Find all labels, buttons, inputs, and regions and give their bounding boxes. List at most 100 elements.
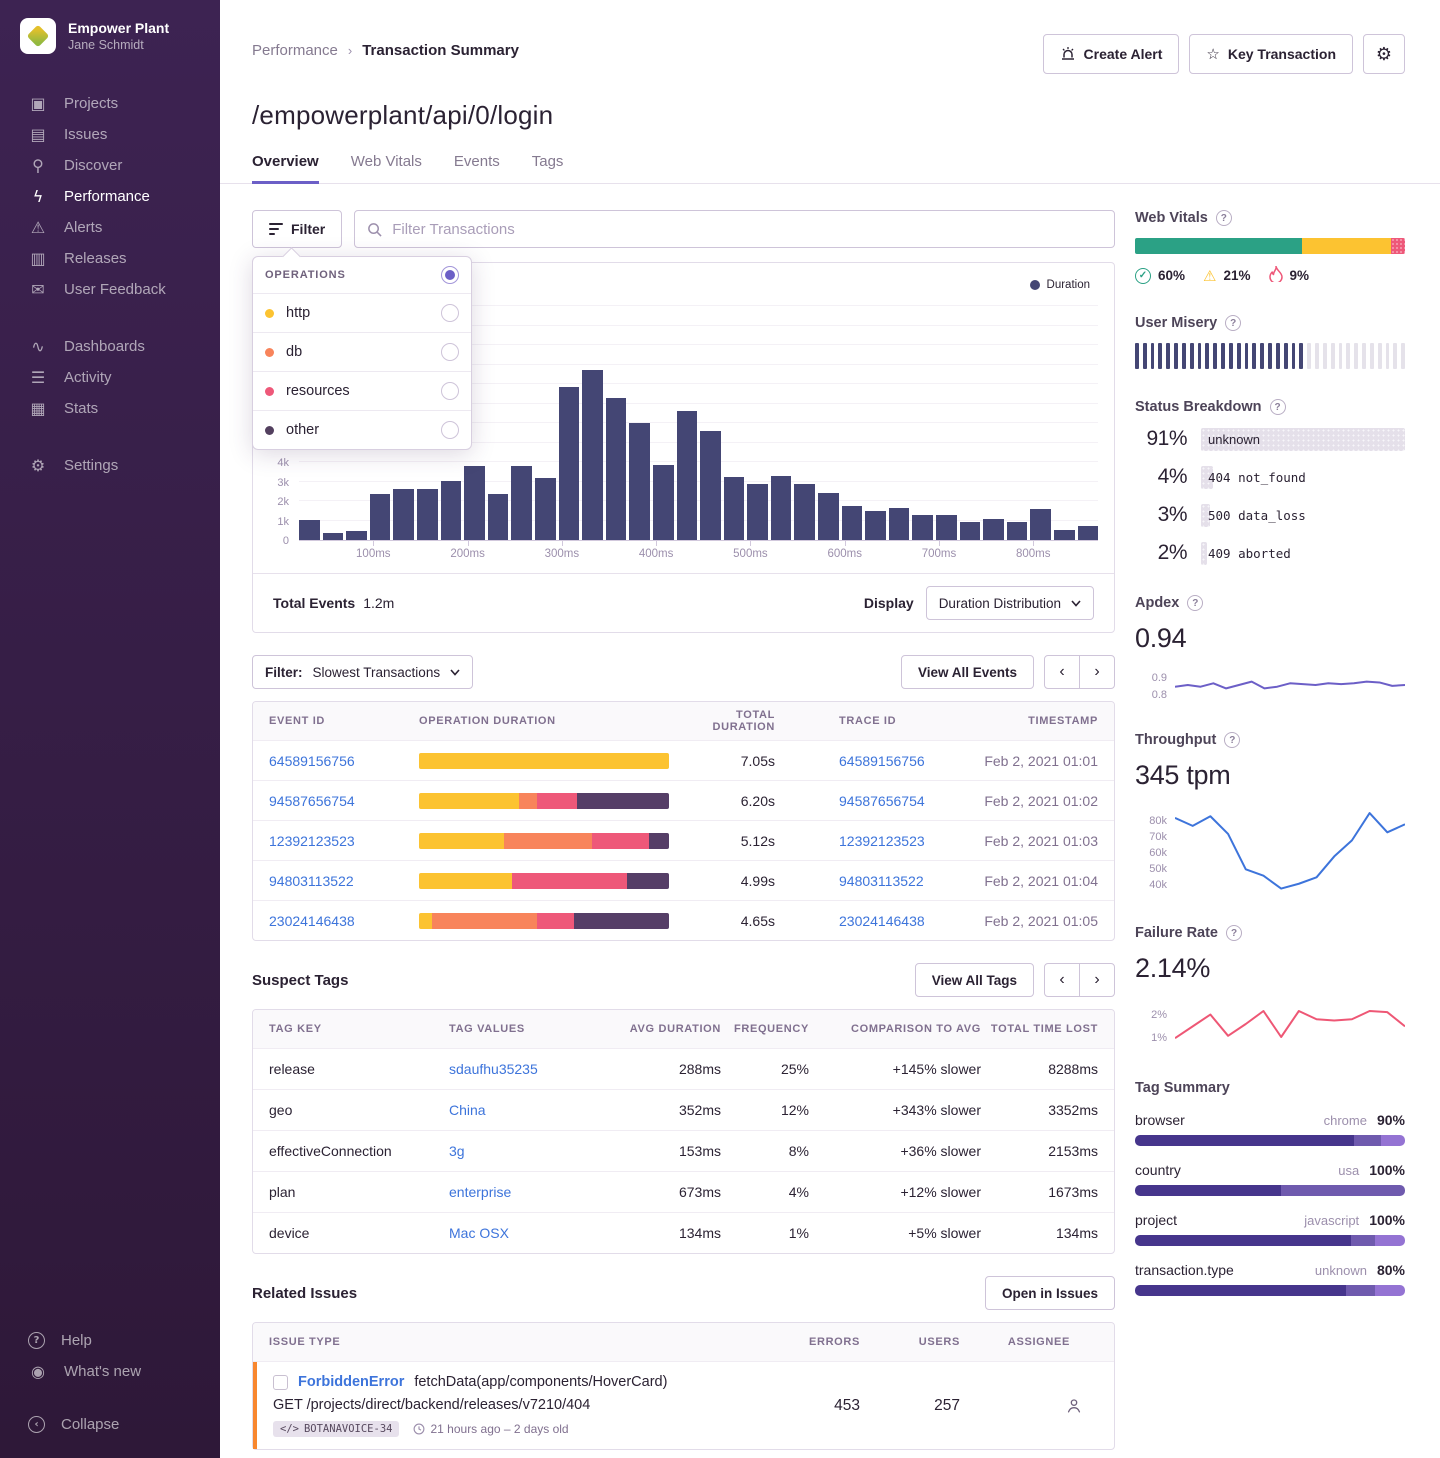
question-icon[interactable]: ? <box>1224 732 1240 748</box>
histogram-bar[interactable] <box>1054 530 1075 540</box>
radio-selected-icon[interactable] <box>441 266 459 284</box>
operation-option-http[interactable]: http <box>253 293 471 332</box>
histogram-bar[interactable] <box>936 515 957 540</box>
trace-id-link[interactable]: 12392123523 <box>839 833 925 849</box>
histogram-bar[interactable] <box>393 489 414 540</box>
issue-type-link[interactable]: ForbiddenError <box>298 1374 404 1390</box>
question-icon[interactable]: ? <box>1270 399 1286 415</box>
tab-overview[interactable]: Overview <box>252 153 319 184</box>
issue-checkbox[interactable] <box>273 1375 288 1390</box>
sidebar-item-performance[interactable]: ϟPerformance <box>0 181 220 212</box>
histogram-bar[interactable] <box>700 431 721 540</box>
project-chip[interactable]: </>BOTANAVOICE-34 <box>273 1421 399 1437</box>
histogram-bar[interactable] <box>653 465 674 540</box>
sidebar-item-user-feedback[interactable]: ✉User Feedback <box>0 274 220 305</box>
event-id-link[interactable]: 23024146438 <box>269 913 419 929</box>
histogram-bar[interactable] <box>629 423 650 540</box>
sidebar-item-what-s-new[interactable]: ◉What's new <box>0 1356 220 1387</box>
operations-dropdown-header[interactable]: OPERATIONS <box>253 257 471 293</box>
key-transaction-button[interactable]: ☆ Key Transaction <box>1189 34 1353 74</box>
sidebar-item-projects[interactable]: ▣Projects <box>0 88 220 119</box>
histogram-bar[interactable] <box>677 411 698 540</box>
histogram-bar[interactable] <box>441 481 462 540</box>
histogram-bar[interactable] <box>559 387 580 540</box>
question-icon[interactable]: ? <box>1216 210 1232 226</box>
search-input[interactable] <box>392 221 1102 238</box>
view-all-events-button[interactable]: View All Events <box>901 655 1034 689</box>
radio-icon[interactable] <box>441 343 459 361</box>
tag-value-link[interactable]: enterprise <box>449 1184 511 1200</box>
tab-tags[interactable]: Tags <box>532 153 564 184</box>
issue-row[interactable]: ForbiddenError fetchData(app/components/… <box>253 1361 1114 1449</box>
tag-value-link[interactable]: 3g <box>449 1143 465 1159</box>
question-icon[interactable]: ? <box>1226 925 1242 941</box>
histogram-bar[interactable] <box>582 370 603 540</box>
histogram-bar[interactable] <box>865 511 886 540</box>
event-id-link[interactable]: 94587656754 <box>269 793 419 809</box>
histogram-bar[interactable] <box>535 478 556 540</box>
view-all-tags-button[interactable]: View All Tags <box>915 963 1034 997</box>
next-page-button[interactable]: › <box>1079 655 1115 689</box>
radio-icon[interactable] <box>441 304 459 322</box>
histogram-bar[interactable] <box>346 531 367 540</box>
histogram-bar[interactable] <box>912 515 933 540</box>
histogram-bar[interactable] <box>960 522 981 540</box>
histogram-bar[interactable] <box>889 508 910 540</box>
sidebar-item-help[interactable]: ?Help <box>0 1325 220 1356</box>
prev-page-button[interactable]: ‹ <box>1044 963 1080 997</box>
histogram-bar[interactable] <box>606 398 627 540</box>
events-filter-select[interactable]: Filter: Slowest Transactions <box>252 655 473 689</box>
display-select[interactable]: Duration Distribution <box>926 586 1094 620</box>
question-icon[interactable]: ? <box>1187 595 1203 611</box>
chart-legend[interactable]: Duration <box>1030 279 1090 291</box>
histogram-bar[interactable] <box>842 506 863 540</box>
histogram-bar[interactable] <box>771 476 792 540</box>
histogram-bar[interactable] <box>1078 526 1099 540</box>
trace-id-link[interactable]: 94803113522 <box>839 873 924 889</box>
sidebar-item-settings[interactable]: ⚙Settings <box>0 450 220 481</box>
assignee-button[interactable] <box>988 1396 1098 1416</box>
histogram-bar[interactable] <box>299 520 320 540</box>
sidebar-item-alerts[interactable]: ⚠Alerts <box>0 212 220 243</box>
event-id-link[interactable]: 94803113522 <box>269 873 419 889</box>
breadcrumb-performance[interactable]: Performance <box>252 42 338 59</box>
radio-icon[interactable] <box>441 382 459 400</box>
histogram-bar[interactable] <box>794 484 815 540</box>
histogram-bar[interactable] <box>464 466 485 540</box>
trace-id-link[interactable]: 23024146438 <box>839 913 925 929</box>
tab-events[interactable]: Events <box>454 153 500 184</box>
sidebar-item-collapse[interactable]: ‹Collapse <box>0 1409 220 1440</box>
trace-id-link[interactable]: 64589156756 <box>839 753 925 769</box>
filter-button[interactable]: Filter <box>252 210 342 248</box>
histogram-bar[interactable] <box>1007 522 1028 540</box>
trace-id-link[interactable]: 94587656754 <box>839 793 925 809</box>
sidebar-item-stats[interactable]: ▦Stats <box>0 393 220 424</box>
sidebar-item-issues[interactable]: ▤Issues <box>0 119 220 150</box>
histogram-bar[interactable] <box>724 477 745 540</box>
event-id-link[interactable]: 12392123523 <box>269 833 419 849</box>
histogram-bar[interactable] <box>488 494 509 540</box>
histogram-bar[interactable] <box>370 494 391 540</box>
question-icon[interactable]: ? <box>1225 315 1241 331</box>
sidebar-item-dashboards[interactable]: ∿Dashboards <box>0 331 220 362</box>
operation-option-resources[interactable]: resources <box>253 371 471 410</box>
histogram-bar[interactable] <box>747 484 768 540</box>
operation-option-other[interactable]: other <box>253 410 471 449</box>
sidebar-item-activity[interactable]: ☰Activity <box>0 362 220 393</box>
operation-option-db[interactable]: db <box>253 332 471 371</box>
prev-page-button[interactable]: ‹ <box>1044 655 1080 689</box>
org-switcher[interactable]: Empower Plant Jane Schmidt <box>0 18 220 54</box>
histogram-bar[interactable] <box>818 493 839 540</box>
histogram-bar[interactable] <box>983 519 1004 540</box>
histogram-bar[interactable] <box>417 489 438 540</box>
event-id-link[interactable]: 64589156756 <box>269 753 419 769</box>
radio-icon[interactable] <box>441 421 459 439</box>
histogram-bar[interactable] <box>511 466 532 540</box>
sidebar-item-discover[interactable]: ⚲Discover <box>0 150 220 181</box>
next-page-button[interactable]: › <box>1079 963 1115 997</box>
tag-value-link[interactable]: China <box>449 1102 486 1118</box>
histogram-bar[interactable] <box>1030 509 1051 540</box>
open-in-issues-button[interactable]: Open in Issues <box>985 1276 1115 1310</box>
create-alert-button[interactable]: Create Alert <box>1043 34 1180 74</box>
settings-gear-button[interactable]: ⚙ <box>1363 34 1405 74</box>
